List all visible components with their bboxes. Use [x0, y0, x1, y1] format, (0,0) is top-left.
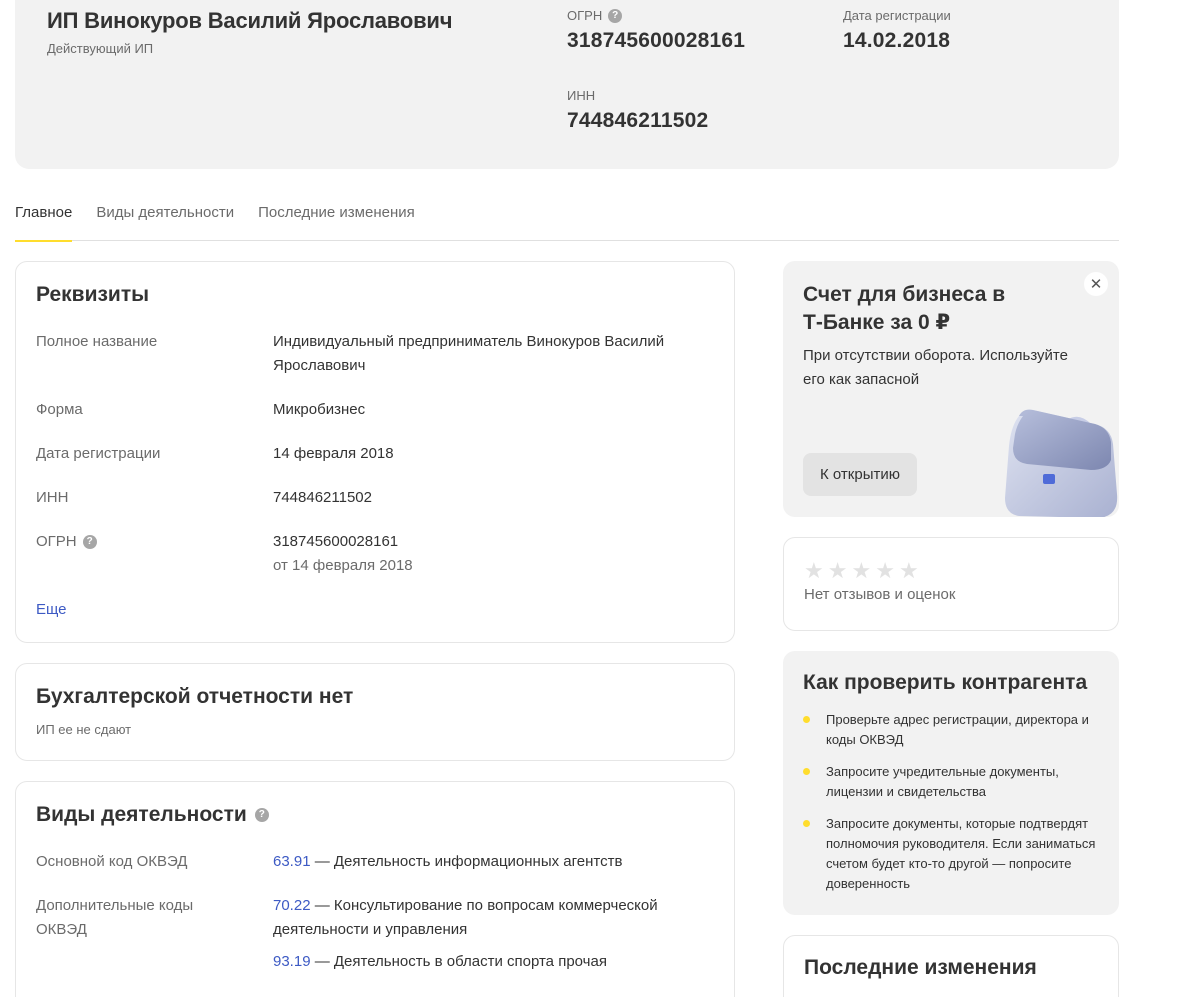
- requisites-title: Реквизиты: [36, 283, 150, 306]
- ogrn-row-value: 318745600028161 от 14 февраля 2018: [273, 530, 703, 578]
- okved-description: — Деятельность в области спорта прочая: [310, 953, 607, 970]
- tab-bar: Главное Виды деятельности Последние изме…: [15, 195, 1119, 242]
- okved-code-link[interactable]: 63.91: [273, 853, 311, 870]
- question-circle-icon[interactable]: ?: [82, 535, 97, 549]
- promo-text: При отсутствии оборота. Используйте его …: [803, 347, 1068, 388]
- tip-item: Запросите учредительные документы, лицен…: [803, 762, 1103, 802]
- promo-banner: Счет для бизнеса в Т‑Банке за 0 ₽ При от…: [783, 261, 1119, 517]
- promo-title: Счет для бизнеса в Т‑Банке за 0 ₽: [803, 283, 1006, 334]
- rating-stars[interactable]: ★ ★ ★ ★ ★: [804, 560, 919, 582]
- requisites-card: Реквизиты Полное название Индивидуальный…: [15, 261, 735, 643]
- accounting-card: Бухгалтерской отчетности нет ИП ее не сд…: [15, 663, 735, 761]
- inn-label: ИНН: [567, 88, 596, 103]
- activities-title-wrap: Виды деятельности ?: [36, 803, 269, 827]
- ogrn-label: ОГРН ?: [567, 8, 623, 23]
- company-name: ИП Винокуров Василий Ярославович: [47, 8, 453, 33]
- company-header: ИП Винокуров Василий Ярославович Действу…: [15, 0, 1119, 169]
- tip-text: Запросите учредительные документы, лицен…: [826, 764, 1059, 799]
- tab-main[interactable]: Главное: [15, 195, 73, 242]
- okved-code-link[interactable]: 93.19: [273, 953, 311, 970]
- ogrn-row-number: 318745600028161: [273, 533, 399, 550]
- tab-changes[interactable]: Последние изменения: [258, 195, 415, 241]
- activities-title: Виды деятельности: [36, 803, 247, 826]
- close-icon[interactable]: ✕: [1084, 272, 1108, 296]
- inn-row-label: ИНН: [36, 489, 69, 506]
- company-status: Действующий ИП: [47, 41, 154, 56]
- okved-description: — Деятельность информационных агентств: [310, 853, 623, 870]
- tip-item: Проверьте адрес регистрации, директора и…: [803, 710, 1103, 750]
- last-changes-card: Последние изменения: [783, 935, 1119, 997]
- star-icon[interactable]: ★: [851, 560, 871, 582]
- accounting-subtitle: ИП ее не сдают: [36, 722, 132, 737]
- activities-card: Виды деятельности ? Основной код ОКВЭД 6…: [15, 781, 735, 997]
- main-okved-label: Основной код ОКВЭД: [36, 853, 188, 870]
- ogrn-row-date: от 14 февраля 2018: [273, 557, 413, 574]
- check-counterparty-card: Как проверить контрагента Проверьте адре…: [783, 651, 1119, 915]
- reg-date-label: Дата регистрации: [843, 8, 951, 23]
- reg-date-row-value: 14 февраля 2018: [273, 445, 394, 462]
- form-value: Микробизнес: [273, 401, 366, 418]
- ogrn-row-label-text: ОГРН: [36, 533, 77, 550]
- extra-okved-value-1: 70.22 — Консультирование по вопросам ком…: [273, 894, 703, 942]
- accounting-title: Бухгалтерской отчетности нет: [36, 685, 354, 708]
- bullet-dot-icon: [803, 716, 810, 723]
- tip-text: Проверьте адрес регистрации, директора и…: [826, 712, 1089, 747]
- extra-okved-label: Дополнительные коды ОКВЭД: [36, 897, 194, 938]
- question-circle-icon[interactable]: ?: [608, 8, 623, 23]
- star-icon[interactable]: ★: [899, 560, 919, 582]
- bullet-dot-icon: [803, 768, 810, 775]
- full-name-label: Полное название: [36, 333, 158, 350]
- inn-value: 744846211502: [567, 109, 709, 132]
- reviews-card: ★ ★ ★ ★ ★ Нет отзывов и оценок: [783, 537, 1119, 631]
- bullet-dot-icon: [803, 820, 810, 827]
- open-account-button[interactable]: К открытию: [803, 453, 917, 496]
- star-icon[interactable]: ★: [828, 560, 848, 582]
- full-name-value: Индивидуальный предприниматель Винокуров…: [273, 333, 665, 374]
- briefcase-illustration: [1005, 409, 1118, 517]
- tip-text: Запросите документы, которые подтвердят …: [826, 816, 1096, 891]
- last-changes-title: Последние изменения: [804, 956, 1037, 979]
- star-icon[interactable]: ★: [804, 560, 824, 582]
- ogrn-label-text: ОГРН: [567, 8, 603, 23]
- tab-activities[interactable]: Виды деятельности: [96, 195, 234, 241]
- okved-code-link[interactable]: 70.22: [273, 897, 311, 914]
- form-label: Форма: [36, 401, 83, 418]
- question-circle-icon[interactable]: ?: [254, 808, 269, 822]
- reg-date-value: 14.02.2018: [843, 29, 951, 52]
- check-title: Как проверить контрагента: [803, 671, 1088, 694]
- ogrn-value: 318745600028161: [567, 29, 746, 52]
- tip-item: Запросите документы, которые подтвердят …: [803, 814, 1103, 894]
- inn-row-value: 744846211502: [273, 489, 372, 506]
- main-okved-value: 63.91 — Деятельность информационных аген…: [273, 850, 703, 874]
- reviews-text: Нет отзывов и оценок: [804, 586, 956, 603]
- star-icon[interactable]: ★: [875, 560, 895, 582]
- more-link[interactable]: Еще: [36, 598, 67, 622]
- reg-date-row-label: Дата регистрации: [36, 445, 161, 462]
- okved-description: — Консультирование по вопросам коммерчес…: [273, 897, 658, 938]
- ogrn-row-label: ОГРН ?: [36, 530, 97, 554]
- extra-okved-value-2: 93.19 — Деятельность в области спорта пр…: [273, 950, 703, 974]
